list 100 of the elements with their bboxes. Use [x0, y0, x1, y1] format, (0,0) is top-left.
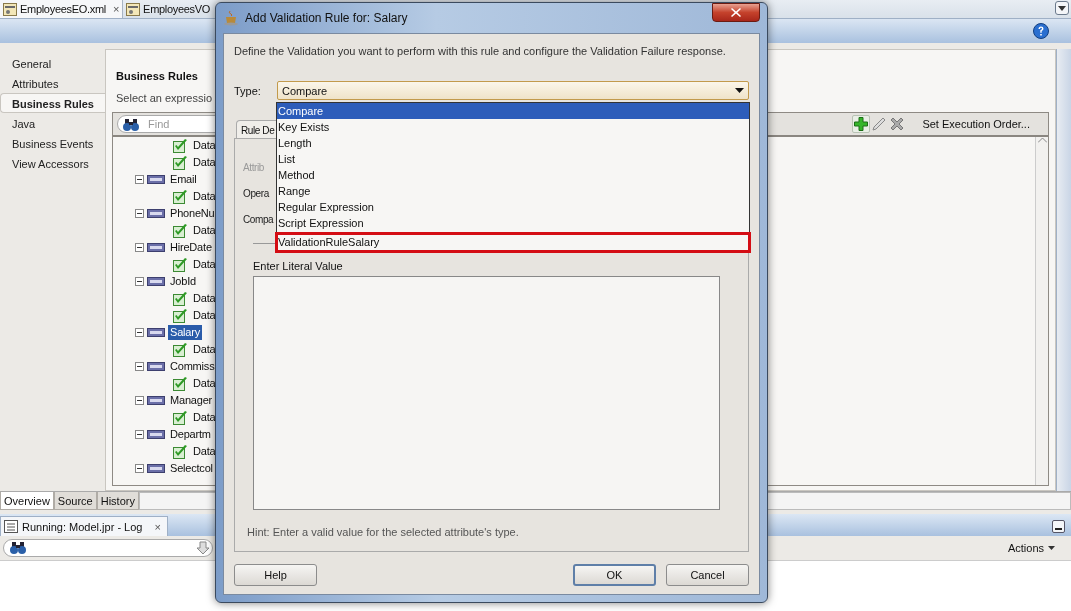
dialog-button[interactable]: OK	[573, 564, 656, 586]
cup-icon	[223, 10, 239, 26]
log-find-field[interactable]	[3, 539, 213, 557]
down-arrow-icon[interactable]	[196, 541, 210, 555]
minimize-button[interactable]	[1052, 520, 1065, 533]
collapse-icon[interactable]	[135, 396, 144, 405]
binoculars-icon	[123, 118, 139, 132]
literal-value-field[interactable]	[253, 276, 720, 510]
actions-menu[interactable]: Actions	[1001, 541, 1061, 555]
log-icon	[4, 520, 18, 533]
section-title: Business Rules	[115, 70, 199, 82]
close-button[interactable]	[712, 3, 760, 22]
nav-item[interactable]: Business Events	[0, 133, 105, 153]
check-icon	[173, 410, 188, 425]
nav-item[interactable]: View Accessors	[0, 153, 105, 173]
tree-item[interactable]: PhoneNu	[168, 206, 217, 221]
field-label: Opera	[243, 187, 269, 201]
tree-item[interactable]: Data	[191, 223, 218, 238]
tree-item[interactable]: HireDate	[168, 240, 214, 255]
dropdown-option[interactable]: List	[277, 151, 749, 167]
caret-icon	[1058, 5, 1066, 11]
caret-icon	[735, 88, 744, 93]
tree-item[interactable]: Selectcol	[168, 461, 215, 476]
document-tab[interactable]: EmployeesVO	[123, 0, 211, 18]
check-icon	[173, 291, 188, 306]
file-icon	[3, 2, 17, 16]
tree-item[interactable]: Salary	[168, 325, 202, 340]
tree-item[interactable]: Data	[191, 138, 218, 153]
tree-item[interactable]: JobId	[168, 274, 198, 289]
editor-tab[interactable]: Overview	[0, 492, 54, 510]
set-execution-order-button[interactable]: Set Execution Order...	[916, 117, 1036, 131]
x-icon	[889, 116, 906, 132]
attribute-icon	[147, 175, 165, 184]
tree-item[interactable]: Data	[191, 189, 218, 204]
pencil-icon	[871, 116, 888, 132]
tree-item[interactable]: Data	[191, 444, 218, 459]
check-icon	[173, 155, 188, 170]
file-icon	[126, 2, 141, 16]
attribute-icon	[147, 209, 165, 218]
tree-item[interactable]: Commiss	[168, 359, 217, 374]
tree-item[interactable]: Email	[168, 172, 199, 187]
check-icon	[173, 308, 188, 323]
dialog-button[interactable]: Help	[234, 564, 317, 586]
plus-icon	[854, 117, 869, 131]
tree-item[interactable]: Data	[191, 291, 218, 306]
collapse-icon[interactable]	[135, 277, 144, 286]
dropdown-option[interactable]: Range	[277, 183, 749, 199]
nav-item[interactable]: General	[0, 53, 105, 73]
tree-item[interactable]: Data	[191, 155, 218, 170]
nav-item[interactable]: Business Rules	[0, 93, 105, 113]
tree-item[interactable]: Data	[191, 257, 218, 272]
check-icon	[173, 376, 188, 391]
field-label: Attrib	[243, 161, 264, 175]
check-icon	[173, 257, 188, 272]
editor-tab[interactable]: History	[96, 492, 139, 510]
literal-value-label: Enter Literal Value	[253, 260, 344, 272]
collapse-icon[interactable]	[135, 328, 144, 337]
collapse-icon[interactable]	[135, 430, 144, 439]
hint-text: Hint: Enter a valid value for the selected attribute's type.	[247, 526, 520, 538]
attribute-icon	[147, 277, 165, 286]
attribute-icon	[147, 328, 165, 337]
attribute-icon	[147, 430, 165, 439]
tree-item[interactable]: Manager	[168, 393, 214, 408]
dropdown-option[interactable]: Script Expression	[277, 215, 749, 231]
minimize-icon	[1055, 528, 1062, 530]
dropdown-option[interactable]: Method	[277, 167, 749, 183]
dropdown-option[interactable]: Length	[277, 135, 749, 151]
scrollbar[interactable]	[1056, 49, 1071, 491]
document-tab[interactable]: EmployeesEO.xml ×	[0, 0, 124, 18]
tree-item[interactable]: Data	[191, 342, 218, 357]
tree-item[interactable]: Data	[191, 376, 218, 391]
nav-item[interactable]: Java	[0, 113, 105, 133]
tree-item[interactable]: Data	[191, 410, 218, 425]
nav-item[interactable]: Attributes	[0, 73, 105, 93]
dropdown-button[interactable]	[1055, 1, 1069, 15]
type-dropdown[interactable]: Compare	[277, 81, 749, 100]
check-icon	[173, 189, 188, 204]
binoculars-icon	[10, 541, 26, 555]
collapse-icon[interactable]	[135, 209, 144, 218]
collapse-icon[interactable]	[135, 362, 144, 371]
dialog-title: Add Validation Rule for: Salary	[245, 11, 409, 25]
dialog-button[interactable]: Cancel	[666, 564, 749, 586]
tree-item[interactable]: Departm	[168, 427, 213, 442]
dropdown-option[interactable]: Regular Expression	[277, 199, 749, 215]
caret-icon	[1048, 546, 1055, 550]
attribute-icon	[147, 243, 165, 252]
check-icon	[173, 444, 188, 459]
dropdown-option[interactable]: ValidationRuleSalary	[277, 234, 749, 251]
editor-tab[interactable]: Source	[53, 492, 97, 510]
attribute-icon	[147, 362, 165, 371]
collapse-icon[interactable]	[135, 243, 144, 252]
tree-item[interactable]: Data	[191, 308, 218, 323]
collapse-icon[interactable]	[135, 175, 144, 184]
log-tab[interactable]: Running: Model.jpr - Log ×	[0, 516, 168, 536]
dropdown-option[interactable]: Compare	[277, 103, 749, 119]
help-icon[interactable]	[1033, 23, 1049, 39]
add-button[interactable]	[852, 115, 871, 133]
collapse-icon[interactable]	[135, 464, 144, 473]
check-icon	[173, 342, 188, 357]
type-label: Type:	[234, 84, 262, 97]
